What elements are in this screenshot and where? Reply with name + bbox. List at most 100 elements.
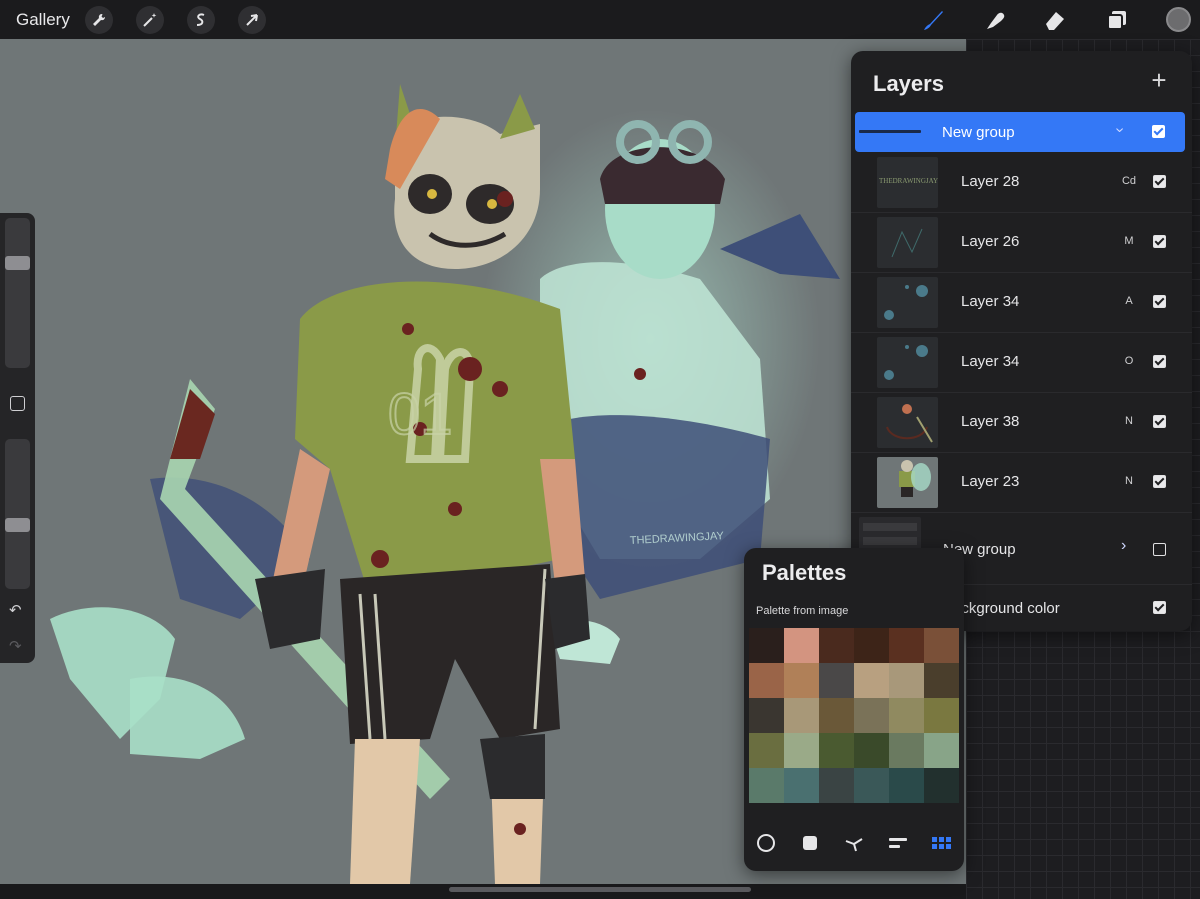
- visibility-checkbox[interactable]: [1153, 475, 1166, 488]
- disc-icon[interactable]: [751, 828, 781, 858]
- color-view-tabs: [744, 828, 964, 858]
- layer-name: New group: [942, 124, 1015, 141]
- blend-mode[interactable]: N: [1118, 475, 1140, 487]
- magic-wand-icon[interactable]: [136, 6, 164, 34]
- palette-swatch[interactable]: [889, 628, 924, 663]
- undo-icon[interactable]: ↶: [9, 601, 22, 619]
- palette-swatch[interactable]: [854, 663, 889, 698]
- layer-thumbnail: THEDRAWINGJAY: [877, 157, 938, 208]
- blend-mode[interactable]: Cd: [1118, 175, 1140, 187]
- layer-row[interactable]: Layer 34 A: [851, 273, 1192, 333]
- blend-mode[interactable]: M: [1118, 235, 1140, 247]
- transform-arrow-icon[interactable]: [238, 6, 266, 34]
- layer-row-group-selected[interactable]: New group ›: [855, 112, 1185, 152]
- layer-name: Layer 28: [961, 173, 1020, 190]
- add-layer-button[interactable]: +: [1146, 67, 1172, 94]
- palette-swatch[interactable]: [889, 663, 924, 698]
- palette-swatch[interactable]: [819, 698, 854, 733]
- palette-swatch[interactable]: [819, 663, 854, 698]
- palette-swatch[interactable]: [854, 628, 889, 663]
- modify-button[interactable]: [10, 396, 25, 411]
- layer-name: Layer 34: [961, 353, 1020, 370]
- palette-swatch[interactable]: [924, 733, 959, 768]
- visibility-checkbox[interactable]: [1152, 125, 1165, 138]
- palette-name: Palette from image: [756, 605, 849, 617]
- brush-sidebar: ↶ ↷: [0, 213, 35, 663]
- home-indicator: [449, 887, 751, 892]
- layer-thumbnail: [877, 217, 938, 268]
- layer-thumbnail: [877, 457, 938, 508]
- brush-size-thumb[interactable]: [5, 256, 30, 271]
- top-toolbar: Gallery: [0, 0, 1200, 39]
- palette-swatch[interactable]: [784, 663, 819, 698]
- palette-swatch[interactable]: [749, 768, 784, 803]
- palette-swatch[interactable]: [784, 768, 819, 803]
- palette-swatch[interactable]: [924, 698, 959, 733]
- layer-name: Layer 26: [961, 233, 1020, 250]
- visibility-checkbox[interactable]: [1153, 235, 1166, 248]
- palette-swatch[interactable]: [784, 698, 819, 733]
- palettes-title: Palettes: [762, 560, 847, 585]
- jersey-number: 01: [388, 382, 453, 447]
- palette-swatch[interactable]: [854, 733, 889, 768]
- wrench-icon[interactable]: [85, 6, 113, 34]
- palette-swatch[interactable]: [924, 768, 959, 803]
- harmony-icon[interactable]: [839, 828, 869, 858]
- palette-swatch[interactable]: [819, 628, 854, 663]
- palette-swatch[interactable]: [749, 698, 784, 733]
- palette-swatch[interactable]: [924, 663, 959, 698]
- layer-row[interactable]: Layer 23 N: [851, 453, 1192, 513]
- layer-row[interactable]: Layer 38 N: [851, 393, 1192, 453]
- layer-row[interactable]: Layer 26 M: [851, 213, 1192, 273]
- visibility-checkbox[interactable]: [1153, 543, 1166, 556]
- visibility-checkbox[interactable]: [1153, 355, 1166, 368]
- chevron-right-icon[interactable]: ›: [1121, 537, 1126, 555]
- palette-swatch-grid: [749, 628, 959, 803]
- layer-name: Layer 38: [961, 413, 1020, 430]
- visibility-checkbox[interactable]: [1153, 415, 1166, 428]
- classic-square-icon[interactable]: [795, 828, 825, 858]
- palette-swatch[interactable]: [889, 733, 924, 768]
- gallery-button[interactable]: Gallery: [16, 10, 70, 30]
- palette-swatch[interactable]: [784, 628, 819, 663]
- chevron-down-icon[interactable]: ›: [1111, 127, 1129, 132]
- layers-panel: Layers + New group › THEDRAWINGJAY Layer…: [851, 51, 1192, 631]
- visibility-checkbox[interactable]: [1153, 601, 1166, 614]
- layer-thumbnail: [877, 337, 938, 388]
- palette-swatch[interactable]: [889, 768, 924, 803]
- color-picker-button[interactable]: [1166, 7, 1191, 32]
- group-line-icon: [859, 130, 921, 133]
- selection-icon[interactable]: [187, 6, 215, 34]
- palette-swatch[interactable]: [749, 628, 784, 663]
- palette-swatch[interactable]: [819, 733, 854, 768]
- layer-name: Layer 34: [961, 293, 1020, 310]
- brush-size-slider[interactable]: [5, 218, 30, 368]
- visibility-checkbox[interactable]: [1153, 295, 1166, 308]
- palette-swatch[interactable]: [854, 698, 889, 733]
- blend-mode[interactable]: O: [1118, 355, 1140, 367]
- layer-name: Layer 23: [961, 473, 1020, 490]
- eraser-icon[interactable]: [1040, 5, 1070, 35]
- palette-swatch[interactable]: [854, 768, 889, 803]
- layer-thumbnail: [877, 397, 938, 448]
- smudge-icon[interactable]: [980, 5, 1010, 35]
- visibility-checkbox[interactable]: [1153, 175, 1166, 188]
- layer-row[interactable]: Layer 34 O: [851, 333, 1192, 393]
- palette-swatch[interactable]: [749, 663, 784, 698]
- layers-icon[interactable]: [1102, 5, 1132, 35]
- palette-grid-icon[interactable]: [927, 828, 957, 858]
- palette-swatch[interactable]: [819, 768, 854, 803]
- palette-swatch[interactable]: [924, 628, 959, 663]
- palette-swatch[interactable]: [749, 733, 784, 768]
- blend-mode[interactable]: A: [1118, 295, 1140, 307]
- opacity-thumb[interactable]: [5, 517, 30, 532]
- layers-title: Layers: [873, 71, 944, 96]
- palette-swatch[interactable]: [889, 698, 924, 733]
- redo-icon[interactable]: ↷: [9, 637, 22, 655]
- blend-mode[interactable]: N: [1118, 415, 1140, 427]
- brush-icon[interactable]: [918, 5, 948, 35]
- value-sliders-icon[interactable]: [883, 828, 913, 858]
- palette-swatch[interactable]: [784, 733, 819, 768]
- layer-row[interactable]: THEDRAWINGJAY Layer 28 Cd: [851, 153, 1192, 213]
- opacity-slider[interactable]: [5, 439, 30, 589]
